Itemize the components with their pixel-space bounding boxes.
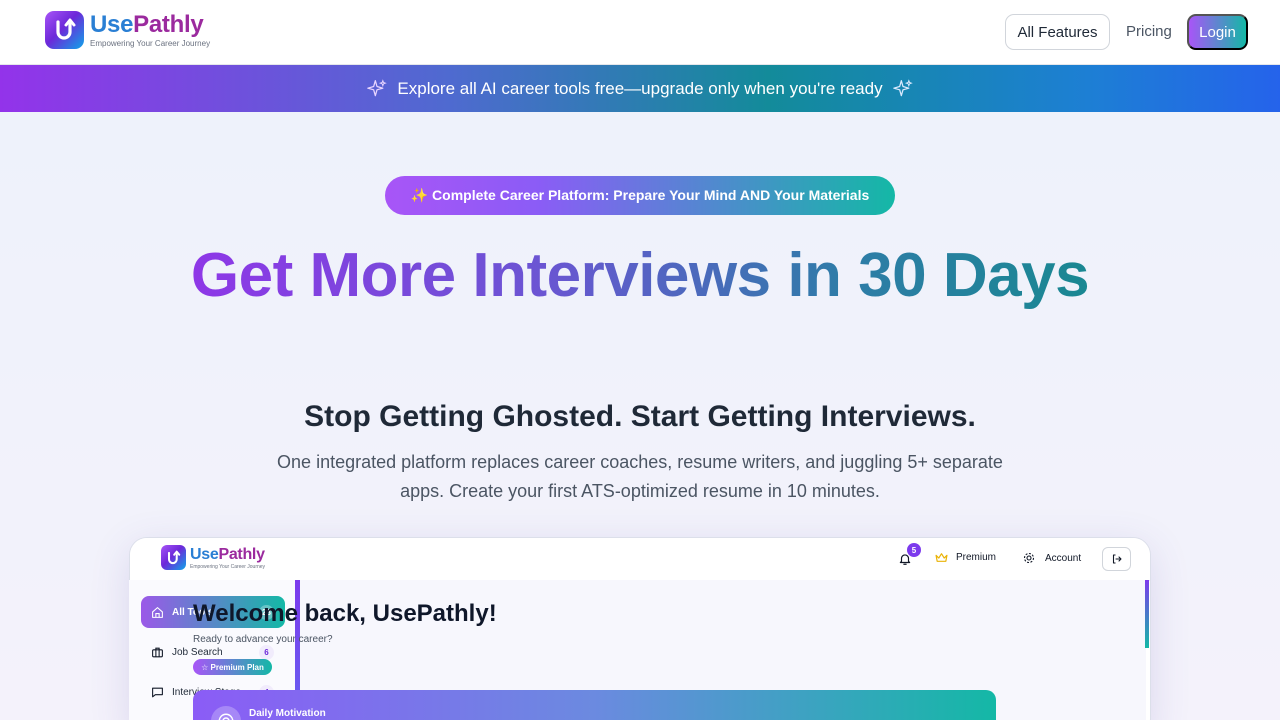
main-scroll-accent bbox=[1145, 580, 1149, 648]
sparkle-icon bbox=[892, 78, 913, 96]
preview-body: All Tools 23 Job Search 6 Interview Stag… bbox=[129, 537, 1151, 720]
hero-description: One integrated platform replaces career … bbox=[277, 452, 1003, 501]
daily-motivation-title: Daily Motivation bbox=[249, 708, 326, 719]
sidebar-item-label: Job Search bbox=[172, 646, 223, 658]
hero-subheadline: Stop Getting Ghosted. Start Getting Inte… bbox=[304, 400, 976, 433]
logo-mark-icon bbox=[45, 11, 84, 49]
chat-icon bbox=[152, 687, 163, 697]
promo-banner: Explore all AI career tools free—upgrade… bbox=[0, 65, 1280, 112]
platform-pill-badge: ✨ Complete Career Platform: Prepare Your… bbox=[385, 176, 895, 215]
brand-tagline: Empowering Your Career Journey bbox=[90, 39, 211, 48]
all-features-button[interactable]: All Features bbox=[1005, 14, 1110, 50]
briefcase-icon bbox=[152, 647, 163, 657]
welcome-subtext: Ready to advance your career? bbox=[193, 634, 333, 645]
top-navbar: UsePathly Empowering Your Career Journey… bbox=[0, 0, 1280, 65]
brand-logo[interactable]: UsePathly Empowering Your Career Journey bbox=[45, 11, 210, 49]
premium-plan-badge: ☆ Premium Plan bbox=[193, 659, 272, 675]
daily-motivation-card: Daily Motivation bbox=[193, 690, 996, 720]
hero-headline: Get More Interviews in 30 Days bbox=[140, 240, 1140, 312]
welcome-heading: Welcome back, UsePathly! bbox=[193, 600, 497, 627]
brand-name: UsePathly bbox=[90, 11, 204, 38]
pricing-link[interactable]: Pricing bbox=[1126, 23, 1172, 40]
home-icon bbox=[152, 606, 163, 618]
target-icon bbox=[211, 706, 241, 720]
banner-text: Explore all AI career tools free—upgrade… bbox=[397, 78, 883, 98]
sidebar-item-count: 6 bbox=[259, 645, 274, 660]
sparkle-icon bbox=[367, 78, 388, 96]
login-button[interactable]: Login bbox=[1187, 14, 1248, 50]
